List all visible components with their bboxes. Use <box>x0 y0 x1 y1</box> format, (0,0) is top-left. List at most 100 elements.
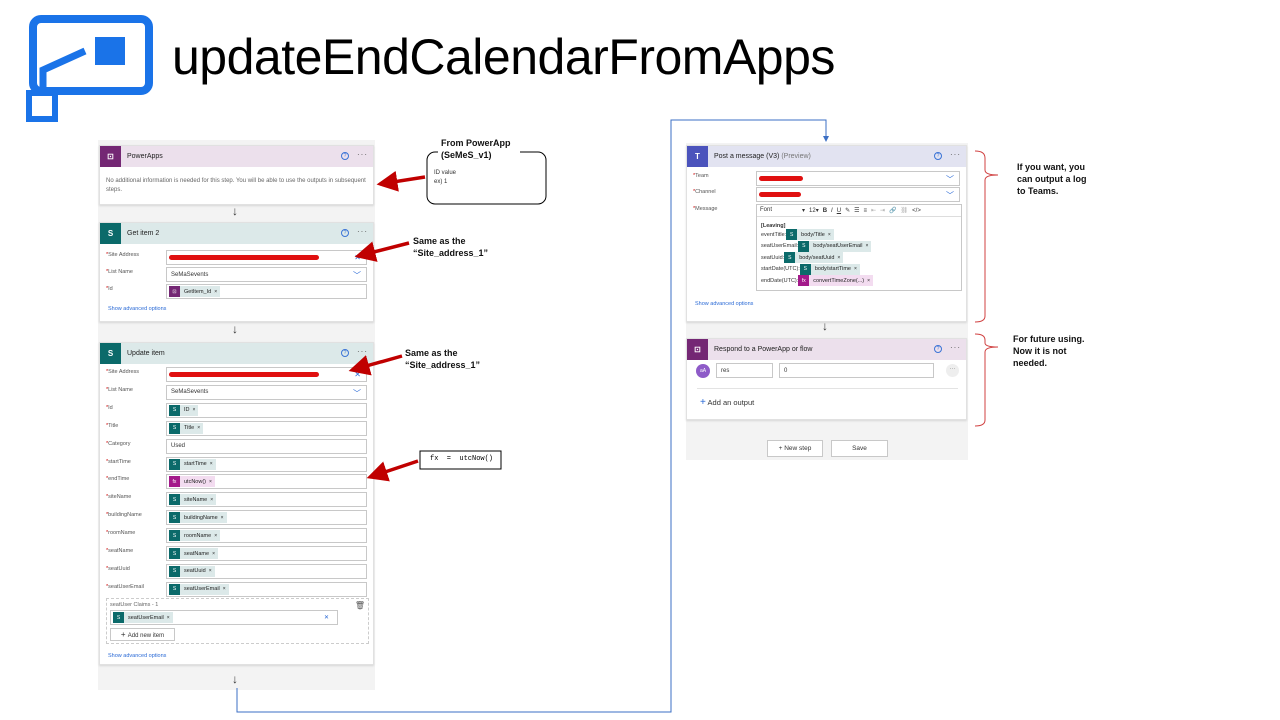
remove-token-icon[interactable]: × <box>214 289 217 295</box>
redacted-mark <box>169 372 319 377</box>
card-header[interactable]: ⊡ Respond to a PowerApp or flow ? ··· <box>687 339 966 360</box>
add-new-item-button[interactable]: + Add new item <box>110 628 175 641</box>
preview-badge: (Preview) <box>781 153 811 160</box>
delete-icon[interactable]: 🗑 <box>355 601 365 610</box>
remove-token-icon[interactable]: × <box>221 515 224 521</box>
clear-icon[interactable]: ✕ <box>354 253 361 262</box>
font-size-select[interactable]: 12▾ <box>809 207 819 214</box>
show-advanced-options-link[interactable]: Show advanced options <box>108 653 166 659</box>
remove-token-icon[interactable]: × <box>828 232 831 238</box>
field-input-seatuseremail[interactable]: SseatUserEmail × <box>166 581 367 597</box>
bold-icon[interactable]: B <box>823 208 827 214</box>
italic-icon[interactable]: I <box>831 208 833 214</box>
font-select[interactable]: Font ▾ <box>760 207 805 214</box>
unlink-icon[interactable]: ⛓ <box>901 207 909 214</box>
field-input-site-address[interactable]: ✕ <box>166 250 367 265</box>
field-input-site-address[interactable]: ✕ <box>166 367 367 382</box>
more-options-icon[interactable]: ··· <box>357 347 368 356</box>
show-advanced-options-link[interactable]: Show advanced options <box>695 301 753 307</box>
field-input-title[interactable]: S Title × <box>166 420 367 436</box>
remove-token-icon[interactable]: × <box>223 586 226 592</box>
card-header[interactable]: S Get item 2 ? ··· <box>100 223 373 244</box>
remove-token-icon[interactable]: × <box>214 533 217 539</box>
field-input-seatuuid[interactable]: SseatUuid × <box>166 563 367 579</box>
token-label: startTime <box>184 461 207 467</box>
remove-token-icon[interactable]: × <box>197 425 200 431</box>
remove-token-icon[interactable]: × <box>210 461 213 467</box>
color-icon[interactable]: ✎ <box>845 207 850 214</box>
outdent-icon[interactable]: ⇤ <box>871 207 876 214</box>
expression-token-icon: fx <box>798 275 810 287</box>
card-header[interactable]: S Update item ? ··· <box>100 343 373 364</box>
team-label: Team <box>693 173 708 179</box>
help-icon[interactable]: ? <box>934 345 942 353</box>
token-label: seatUuid <box>184 568 206 575</box>
remove-token-icon[interactable]: × <box>210 497 213 503</box>
claims-field[interactable]: SseatUserEmail × ✕ <box>110 610 338 625</box>
field-input-starttime[interactable]: SstartTime × <box>166 456 367 472</box>
add-output-button[interactable]: + Add an output <box>700 397 754 408</box>
remove-token-icon[interactable]: × <box>193 407 196 413</box>
more-options-icon[interactable]: ··· <box>950 150 961 159</box>
message-editor[interactable]: Font ▾ 12▾ BIU ✎ ☰ ≡ ⇤ ⇥ 🔗 ⛓ </> [Leaving] even… <box>756 204 962 291</box>
remove-token-icon[interactable]: × <box>209 479 212 485</box>
remove-token-icon[interactable]: × <box>866 243 869 249</box>
field-row: Category Used <box>100 438 373 455</box>
field-row: List Name SeMaSevents ﹀ <box>100 267 373 283</box>
field-input-endtime[interactable]: fx utcNow() × <box>166 474 367 490</box>
underline-icon[interactable]: U <box>837 208 841 214</box>
field-input-buildingname[interactable]: SbuildingName × <box>166 510 367 526</box>
field-input-seatname[interactable]: SseatName × <box>166 546 367 561</box>
team-dropdown[interactable]: ﹀ <box>756 171 960 186</box>
field-row: buildingNameSbuildingName× <box>100 510 373 526</box>
sharepoint-token-icon: S <box>169 404 180 416</box>
remove-token-icon[interactable]: × <box>837 255 840 261</box>
field-label: Title <box>106 423 118 429</box>
channel-dropdown[interactable]: ﹀ <box>756 187 960 202</box>
help-icon[interactable]: ? <box>341 152 349 160</box>
action-card-update-item: S Update item ? ··· Site Address ✕ List Nam… <box>99 342 374 665</box>
card-header[interactable]: ⊡ PowerApps ? ··· <box>100 146 373 167</box>
add-new-item-label: Add new item <box>127 633 165 639</box>
output-value-input[interactable]: 0 <box>779 363 934 378</box>
clear-icon[interactable]: ✕ <box>354 370 361 379</box>
message-line-label: endDate(UTC): <box>761 277 799 284</box>
remove-token-icon[interactable]: × <box>867 278 870 284</box>
more-options-icon[interactable]: ··· <box>357 227 368 236</box>
numbered-list-icon[interactable]: ≡ <box>863 208 867 214</box>
output-type-icon: aA <box>696 364 710 378</box>
help-icon[interactable]: ? <box>934 152 942 160</box>
more-options-icon[interactable]: ··· <box>946 364 959 377</box>
more-options-icon[interactable]: ··· <box>357 150 368 159</box>
field-input-roomname[interactable]: SroomName × <box>166 528 367 544</box>
output-name-input[interactable]: res <box>716 363 773 378</box>
field-input-id[interactable]: ⊡ GetItem_Id × <box>166 284 367 299</box>
code-view-icon[interactable]: </> <box>912 208 921 214</box>
token: fx convertTimeZone(...) × <box>798 275 874 287</box>
field-input-list-name[interactable]: SeMaSevents ﹀ <box>166 267 367 282</box>
field-input-category[interactable]: Used <box>166 438 367 454</box>
field-input-list-name[interactable]: SeMaSevents ﹀ <box>166 384 367 400</box>
remove-token-icon[interactable]: × <box>212 551 215 557</box>
more-options-icon[interactable]: ··· <box>950 343 961 352</box>
help-icon[interactable]: ? <box>341 349 349 357</box>
field-input-id[interactable]: S ID × <box>166 402 367 418</box>
card-header[interactable]: T Post a message (V3) (Preview) ? ··· <box>687 146 966 167</box>
arrow-down-icon: ↓ <box>232 322 238 336</box>
note-same-as-2: Same as the “Site_address_1” <box>405 348 481 370</box>
link-icon[interactable]: 🔗 <box>889 207 896 214</box>
remove-token-icon[interactable]: × <box>209 568 212 574</box>
sharepoint-token-icon: S <box>169 583 180 595</box>
show-advanced-options-link[interactable]: Show advanced options <box>108 306 166 312</box>
clear-icon[interactable]: ✕ <box>324 614 329 621</box>
indent-icon[interactable]: ⇥ <box>880 207 885 214</box>
remove-token-icon[interactable]: × <box>167 615 170 621</box>
save-button[interactable]: Save <box>831 440 888 457</box>
help-icon[interactable]: ? <box>341 229 349 237</box>
field-input-sitename[interactable]: SsiteName × <box>166 492 367 508</box>
token-label: body/seatUserEmail <box>813 243 863 250</box>
bullet-list-icon[interactable]: ☰ <box>854 207 859 214</box>
field-row: Id S ID× <box>100 402 373 419</box>
new-step-button[interactable]: + New step <box>767 440 823 457</box>
remove-token-icon[interactable]: × <box>854 266 857 272</box>
